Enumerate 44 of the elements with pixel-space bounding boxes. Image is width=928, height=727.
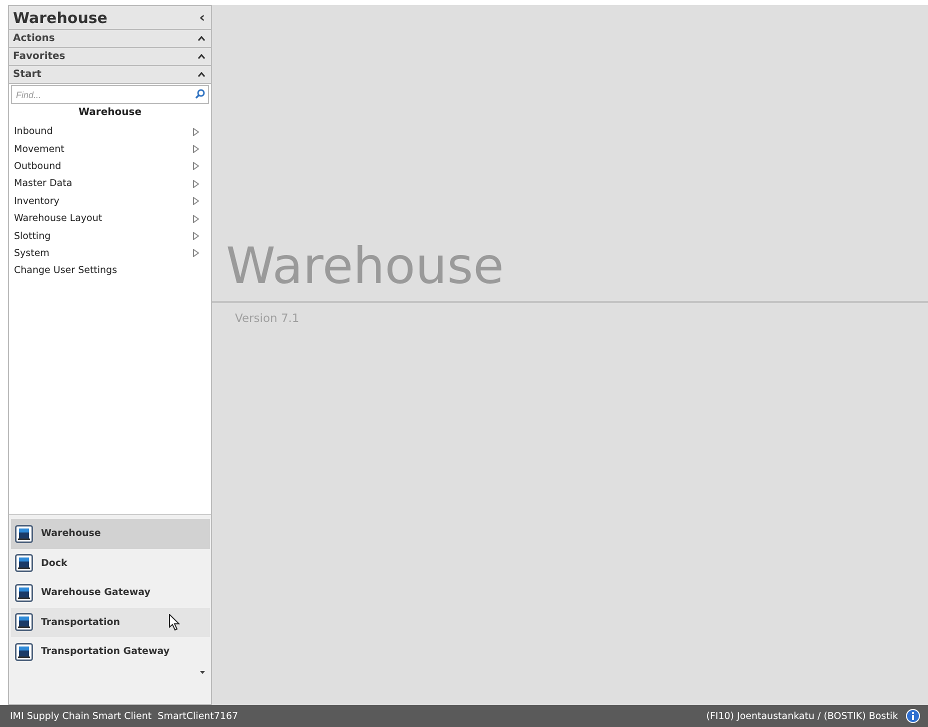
status-text: (FI10) Joentaustankatu / (BOSTIK) Bostik <box>706 710 898 722</box>
monitor-icon <box>15 584 33 602</box>
section-header[interactable]: Actions <box>9 30 211 48</box>
menu-item[interactable]: Inbound <box>9 123 211 140</box>
info-icon[interactable] <box>906 709 920 723</box>
search-icon[interactable] <box>195 89 205 99</box>
app-item[interactable]: Warehouse <box>11 519 210 548</box>
menu-item[interactable]: Movement <box>9 140 211 158</box>
chevron-up-icon[interactable] <box>198 36 205 41</box>
monitor-icon <box>15 642 33 661</box>
menu-item[interactable]: Change User Settings <box>9 262 211 280</box>
status-text: IMI Supply Chain Smart Client SmartClient7167 <box>10 710 238 722</box>
section-label: Start <box>13 69 42 80</box>
search-field[interactable]: Find... <box>11 85 209 104</box>
section-label: Favorites <box>13 51 66 62</box>
submenu-arrow-icon <box>193 180 199 188</box>
menu-item[interactable]: Master Data <box>9 175 211 193</box>
menu-item[interactable]: System <box>9 244 211 262</box>
app-item[interactable]: Dock <box>11 548 210 578</box>
version-label: Version 7.1 <box>234 310 300 325</box>
monitor-icon <box>15 613 33 632</box>
menu-item[interactable]: Warehouse Layout <box>9 210 211 228</box>
section-header[interactable]: Start <box>9 66 211 84</box>
monitor-icon <box>15 554 33 572</box>
menu-item[interactable]: Slotting <box>9 227 211 245</box>
menu-title: Warehouse <box>78 106 142 120</box>
chevron-up-icon[interactable] <box>198 72 205 77</box>
submenu-arrow-icon <box>193 197 199 206</box>
more-arrow-icon[interactable] <box>200 670 205 674</box>
submenu-arrow-icon <box>193 214 199 223</box>
app-item[interactable]: Transportation Gateway <box>11 637 210 666</box>
app-item[interactable]: Transportation <box>11 608 210 637</box>
mouse-pointer-icon <box>169 614 180 630</box>
menu-item[interactable]: Outbound <box>9 158 211 176</box>
module-title: Warehouse <box>225 236 505 297</box>
submenu-arrow-icon <box>193 128 199 136</box>
monitor-icon <box>15 524 33 543</box>
menu-item[interactable]: Inventory <box>9 192 211 210</box>
collapse-button[interactable]: ‹ <box>199 10 205 26</box>
sidebar-title: Warehouse <box>13 8 108 26</box>
app-item[interactable]: Warehouse Gateway <box>11 578 210 608</box>
section-label: Actions <box>13 33 55 44</box>
section-header[interactable]: Favorites <box>9 48 211 66</box>
chevron-up-icon[interactable] <box>198 54 205 59</box>
